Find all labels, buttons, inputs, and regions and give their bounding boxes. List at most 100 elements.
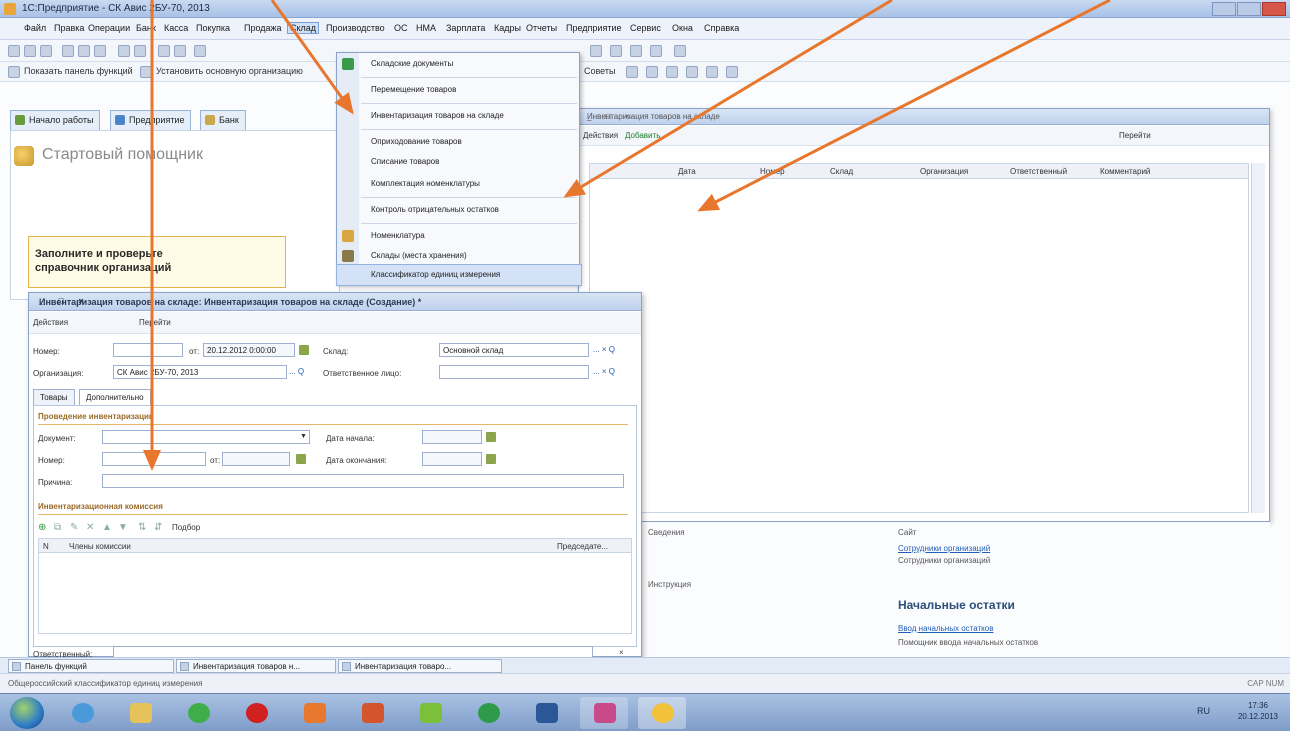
menu-windows[interactable]: Окна — [672, 23, 693, 33]
word-taskbar-button[interactable] — [522, 697, 570, 729]
clock[interactable]: 17:36 20.12.2013 — [1238, 700, 1278, 722]
tab-goods[interactable]: Товары — [33, 389, 75, 405]
menu-operations[interactable]: Операции — [88, 23, 130, 33]
toolbar-icon-d[interactable] — [686, 66, 698, 78]
sort-asc-icon[interactable]: ⇅ — [138, 522, 146, 533]
paint-taskbar-button[interactable] — [406, 697, 454, 729]
end-calendar-icon[interactable] — [486, 454, 496, 464]
col-number[interactable]: Номер — [760, 167, 785, 176]
responsible-field[interactable] — [439, 365, 589, 379]
opera-taskbar-button[interactable] — [232, 697, 280, 729]
menu-item-warehouses[interactable]: Склады (места хранения) — [337, 245, 581, 267]
end-date-field[interactable] — [422, 452, 482, 466]
date-field[interactable]: 20.12.2012 0:00:00 — [203, 343, 295, 357]
reason-field[interactable] — [102, 474, 624, 488]
col-date[interactable]: Дата — [678, 167, 696, 176]
save-icon[interactable] — [40, 45, 52, 57]
from2-date-field[interactable] — [222, 452, 290, 466]
organization-select-icon[interactable]: ... Q — [289, 367, 304, 376]
set-org-button[interactable]: Установить основную организацию — [156, 66, 303, 76]
warehouse-select-icon[interactable]: ... × Q — [593, 345, 615, 354]
warehouse-field[interactable]: Основной склад — [439, 343, 589, 357]
menu-item-inventory[interactable]: Инвентаризация товаров на складе — [337, 105, 581, 127]
copy-icon[interactable] — [78, 45, 90, 57]
number-field[interactable] — [113, 343, 183, 357]
menu-file[interactable]: Файл — [24, 23, 46, 33]
menu-purchase[interactable]: Покупка — [196, 23, 230, 33]
toolbar-icon-f[interactable] — [726, 66, 738, 78]
tab-bank[interactable]: Банк — [200, 110, 246, 130]
close-button[interactable] — [1262, 2, 1286, 16]
toolbar-icon-a[interactable] — [626, 66, 638, 78]
add-member-icon[interactable]: ⊕ — [38, 522, 46, 533]
new-icon[interactable] — [8, 45, 20, 57]
menu-item-units-classifier[interactable]: Классификатор единиц измерения — [336, 264, 582, 286]
move-down-icon[interactable]: ▼ — [118, 522, 128, 533]
open-icon[interactable] — [24, 45, 36, 57]
menu-reports[interactable]: Отчеты — [526, 23, 557, 33]
ie-taskbar-button[interactable] — [58, 697, 106, 729]
menu-item-writeoff[interactable]: Списание товаров — [337, 151, 581, 173]
help-icon[interactable] — [674, 45, 686, 57]
delete-member-icon[interactable]: ✕ — [86, 522, 94, 533]
col-n[interactable]: N — [43, 542, 49, 551]
goto-menu[interactable]: Перейти — [1119, 131, 1151, 140]
powerpoint-taskbar-button[interactable] — [348, 697, 396, 729]
commission-grid[interactable]: N Члены комиссии Председате... — [38, 538, 632, 634]
pick-button[interactable]: Подбор — [172, 523, 200, 532]
minimize-button[interactable] — [1212, 2, 1236, 16]
window-tab-inventory-list[interactable]: Инвентаризация товаро... — [338, 659, 502, 673]
opening-balances-link[interactable]: Ввод начальных остатков — [898, 624, 993, 633]
menu-item-transfer[interactable]: Перемещение товаров — [337, 79, 581, 101]
show-panel-button[interactable]: Показать панель функций — [24, 66, 133, 76]
calendar-icon[interactable] — [610, 45, 622, 57]
paste-icon[interactable] — [94, 45, 106, 57]
menu-sales[interactable]: Продажа — [244, 23, 282, 33]
menu-edit[interactable]: Правка — [54, 23, 84, 33]
vertical-scrollbar[interactable] — [1251, 163, 1265, 513]
tray-language[interactable]: RU — [1197, 706, 1210, 716]
cut-icon[interactable] — [62, 45, 74, 57]
calendar-icon[interactable] — [299, 345, 309, 355]
organization-field[interactable]: СК Авис 2БУ-70, 2013 — [113, 365, 287, 379]
toolbar-icon-b[interactable] — [646, 66, 658, 78]
responsible-select-icon[interactable]: ... × Q — [593, 367, 615, 376]
nav-icon[interactable] — [630, 45, 642, 57]
responsible2-clear-icon[interactable]: × — [619, 648, 624, 657]
menu-nma[interactable]: НМА — [416, 23, 436, 33]
col-organization[interactable]: Организация — [920, 167, 968, 176]
start-date-field[interactable] — [422, 430, 482, 444]
tips-button[interactable]: Советы — [584, 66, 615, 76]
menu-bank[interactable]: Банк — [136, 23, 156, 33]
menu-cash[interactable]: Касса — [164, 23, 188, 33]
tab-enterprise[interactable]: Предприятие — [110, 110, 192, 130]
menu-item-nomenclature[interactable]: Номенклатура — [337, 225, 581, 247]
explorer-taskbar-button[interactable] — [116, 697, 164, 729]
toolbar-icon-e[interactable] — [706, 66, 718, 78]
org-hint-box[interactable]: Заполните и проверьте справочник организ… — [28, 236, 286, 288]
maximize-button[interactable] — [1237, 2, 1261, 16]
inventory-grid-body[interactable] — [589, 179, 1249, 513]
undo-icon[interactable] — [158, 45, 170, 57]
sort-desc-icon[interactable]: ⇵ — [154, 522, 162, 533]
doc-actions-menu[interactable]: Действия — [33, 318, 68, 327]
start-calendar-icon[interactable] — [486, 432, 496, 442]
window-controls[interactable]: _ □ × — [587, 112, 1263, 121]
from2-calendar-icon[interactable] — [296, 454, 306, 464]
edit-member-icon[interactable]: ✎ — [70, 522, 78, 533]
preview-icon[interactable] — [134, 45, 146, 57]
menu-production[interactable]: Производство — [326, 23, 385, 33]
viewer-taskbar-button[interactable] — [580, 697, 628, 729]
tab-additional[interactable]: Дополнительно — [79, 389, 151, 405]
col-members[interactable]: Члены комиссии — [69, 542, 131, 551]
print-icon[interactable] — [118, 45, 130, 57]
window-tab-functions[interactable]: Панель функций — [8, 659, 174, 673]
menu-os[interactable]: ОС — [394, 23, 408, 33]
tab-start[interactable]: Начало работы — [10, 110, 101, 130]
col-comment[interactable]: Комментарий — [1100, 167, 1150, 176]
document-dropdown-icon[interactable]: ▼ — [300, 433, 307, 440]
menu-hr[interactable]: Кадры — [494, 23, 521, 33]
menu-salary[interactable]: Зарплата — [446, 23, 485, 33]
document-select[interactable] — [102, 430, 310, 444]
menu-warehouse[interactable]: Склад — [286, 22, 320, 34]
